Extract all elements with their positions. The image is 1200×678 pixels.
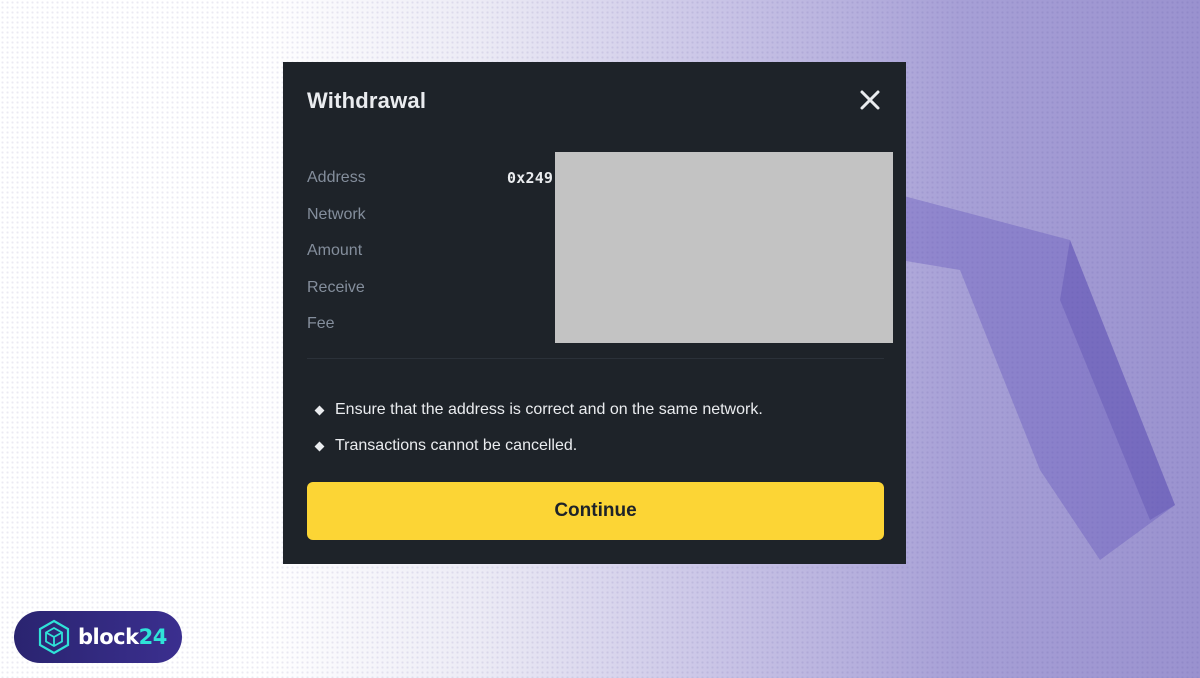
diamond-bullet-icon (314, 441, 325, 451)
note-text: Transactions cannot be cancelled. (335, 437, 578, 454)
close-icon (860, 90, 880, 110)
close-button[interactable] (858, 88, 882, 112)
note-item: Transactions cannot be cancelled. (313, 428, 763, 464)
receive-label: Receive (307, 278, 365, 296)
detail-row-address: Address 0x249 (307, 160, 553, 197)
amount-label: Amount (307, 242, 363, 260)
detail-row-network: Network (307, 197, 553, 234)
detail-row-receive: Receive (307, 270, 553, 307)
detail-row-amount: Amount (307, 233, 553, 270)
detail-row-fee: Fee (307, 306, 553, 343)
hexagon-cube-icon (38, 619, 70, 655)
dialog-title: Withdrawal (307, 88, 427, 113)
address-label: Address (307, 169, 366, 187)
network-label: Network (307, 205, 366, 223)
note-item: Ensure that the address is correct and o… (313, 392, 763, 428)
fee-label: Fee (307, 315, 335, 333)
diamond-bullet-icon (314, 405, 325, 415)
continue-button[interactable]: Continue (307, 482, 884, 540)
brand-name-accent: 24 (138, 625, 168, 649)
note-text: Ensure that the address is correct and o… (335, 401, 763, 418)
address-value: 0x249 (507, 169, 554, 188)
redacted-area (555, 152, 893, 343)
brand-name: block24 (78, 625, 167, 649)
withdrawal-details: Address 0x249 Network Amount Receive Fee (307, 160, 553, 343)
warning-notes: Ensure that the address is correct and o… (313, 392, 763, 464)
brand-badge: block24 (14, 611, 182, 663)
divider (307, 358, 884, 359)
brand-name-main: block (78, 625, 139, 649)
withdrawal-dialog: Withdrawal Address 0x249 Network Amount … (283, 62, 906, 564)
